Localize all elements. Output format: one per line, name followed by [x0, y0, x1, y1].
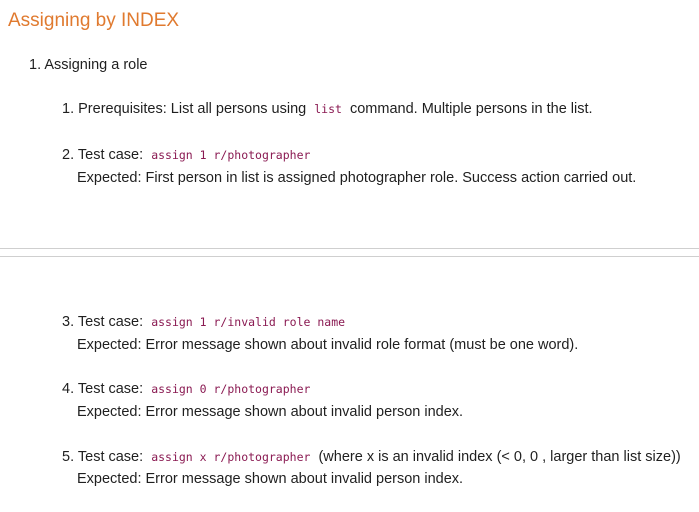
list-item-label: Assigning a role	[44, 57, 148, 73]
step-2: 2. Test case: assign 1 r/photographer	[62, 145, 314, 165]
outer-list-item: 1. Assigning a role	[29, 55, 148, 75]
expected-text: Expected: Error message shown about inva…	[77, 337, 579, 353]
inline-code: assign 0 r/photographer	[151, 382, 311, 396]
step-text: Test case:	[77, 147, 144, 163]
list-number: 1.	[29, 57, 42, 73]
inline-code: assign x r/photographer	[151, 450, 311, 464]
step-4: 4. Test case: assign 0 r/photographer	[62, 379, 314, 399]
step-number: 3.	[62, 314, 75, 330]
step-text: Test case:	[77, 314, 144, 330]
step-1: 1. Prerequisites: List all persons using…	[62, 99, 593, 119]
section-heading: Assigning by INDEX	[8, 10, 180, 31]
expected-text: Expected: Error message shown about inva…	[77, 471, 464, 487]
step-number: 2.	[62, 147, 75, 163]
page-break-top	[0, 248, 699, 249]
step-3: 3. Test case: assign 1 r/invalid role na…	[62, 312, 349, 332]
page-break-bottom	[0, 256, 699, 257]
inline-code: assign 1 r/invalid role name	[151, 315, 346, 329]
step-number: 5.	[62, 449, 75, 465]
expected-text: Expected: Error message shown about inva…	[77, 404, 464, 420]
step-text-after: command. Multiple persons in the list.	[349, 101, 593, 117]
expected-text: Expected: First person in list is assign…	[77, 170, 637, 186]
step-number: 4.	[62, 381, 75, 397]
inline-code: assign 1 r/photographer	[151, 148, 311, 162]
step-text: Test case:	[77, 449, 144, 465]
step-5: 5. Test case: assign x r/photographer (w…	[62, 447, 681, 467]
step-text: Prerequisites: List all persons using	[78, 101, 307, 117]
step-text: Test case:	[77, 381, 144, 397]
step-text-after: (where x is an invalid index (< 0, 0 , l…	[318, 449, 681, 465]
inline-code: list	[314, 102, 342, 116]
step-number: 1.	[62, 101, 75, 117]
